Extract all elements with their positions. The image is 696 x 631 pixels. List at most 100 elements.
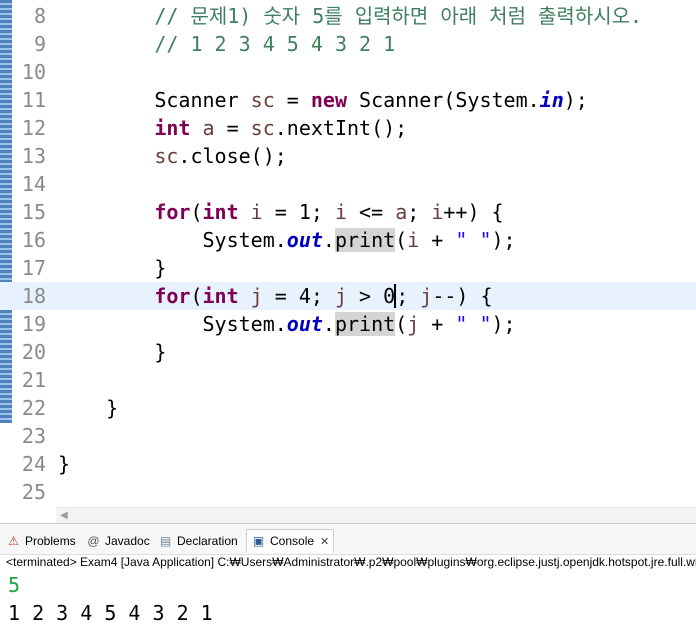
console-input-echo: 5 (8, 573, 21, 597)
code-token: > 0 (347, 284, 396, 308)
code-text: sc.close(); (58, 142, 287, 170)
code-token: ; (407, 200, 432, 224)
code-line[interactable]: 12 int a = sc.nextInt(); (0, 114, 696, 142)
code-line[interactable]: 17 } (0, 254, 696, 282)
code-token: int (202, 200, 239, 224)
code-token: = (274, 88, 311, 112)
code-token: <= (347, 200, 396, 224)
code-text: // 문제1) 숫자 5를 입력하면 아래 처럼 출력하시오. (58, 2, 642, 30)
line-number: 11 (21, 88, 46, 112)
javadoc-icon: @ (87, 533, 100, 548)
code-line[interactable]: 14 (0, 170, 696, 198)
line-number: 20 (21, 340, 46, 364)
line-number: 17 (21, 256, 46, 280)
code-token: for (154, 200, 191, 224)
code-text: } (58, 338, 166, 366)
tab-javadoc[interactable]: @ Javadoc (86, 530, 150, 552)
code-token: print (334, 228, 396, 252)
problems-icon: ⚠ (8, 533, 19, 548)
tab-problems[interactable]: ⚠ Problems (6, 530, 76, 552)
code-token: i (250, 200, 263, 224)
code-text: } (58, 254, 166, 282)
code-token: } (58, 396, 119, 420)
code-token: ); (563, 88, 588, 112)
horizontal-scrollbar[interactable]: ◀ (56, 507, 696, 524)
code-line[interactable]: 13 sc.close(); (0, 142, 696, 170)
code-token: ( (395, 312, 408, 336)
code-token: System. (58, 228, 287, 252)
code-text: for(int i = 1; i <= a; i++) { (58, 198, 504, 226)
code-token: sc (250, 88, 275, 112)
code-token: print (334, 312, 396, 336)
line-number: 23 (21, 424, 46, 448)
line-number: 24 (21, 452, 46, 476)
code-line[interactable]: 18 for(int j = 4; j > 0; j--) { (0, 282, 696, 310)
code-text: System.out.print(j + " "); (58, 310, 516, 338)
code-token: Scanner(System. (347, 88, 540, 112)
code-text: Scanner sc = new Scanner(System.in); (58, 86, 588, 114)
code-token: Scanner (58, 88, 251, 112)
code-line[interactable]: 21 (0, 366, 696, 394)
code-line[interactable]: 19 System.out.print(j + " "); (0, 310, 696, 338)
code-token: ; (394, 284, 409, 308)
view-tab-bar: ⚠ Problems @ Javadoc ▤ Declaration ▣ Con… (0, 524, 696, 555)
code-token: . (322, 312, 335, 336)
code-token: ); (491, 312, 516, 336)
code-token: i (431, 200, 444, 224)
code-text: } (58, 450, 70, 478)
code-token: int (202, 284, 239, 308)
code-token: for (154, 284, 191, 308)
code-line[interactable]: 15 for(int i = 1; i <= a; i++) { (0, 198, 696, 226)
code-token: .nextInt(); (274, 116, 408, 140)
code-token: sc (154, 144, 179, 168)
code-token: --) { (432, 284, 493, 308)
code-editor[interactable]: 8 // 문제1) 숫자 5를 입력하면 아래 처럼 출력하시오. 9 // 1 … (0, 0, 696, 507)
code-line[interactable]: 16 System.out.print(i + " "); (0, 226, 696, 254)
code-line[interactable]: 10 (0, 58, 696, 86)
tab-label: Javadoc (105, 534, 150, 548)
code-token: // 1 2 3 4 5 4 3 2 1 (154, 32, 396, 56)
code-token: ++) { (443, 200, 504, 224)
console-status: <terminated> Exam4 [Java Application] C:… (6, 555, 696, 569)
code-token: in (539, 88, 564, 112)
code-token: ( (395, 228, 408, 252)
code-token: ); (491, 228, 516, 252)
code-token: i (334, 200, 348, 224)
code-text: int a = sc.nextInt(); (58, 114, 407, 142)
code-token: } (58, 256, 167, 280)
code-line[interactable]: 23 (0, 422, 696, 450)
line-number: 10 (21, 60, 46, 84)
code-text: } (58, 394, 118, 422)
line-number: 19 (21, 312, 46, 336)
code-token: System. (58, 312, 287, 336)
code-line[interactable]: 8 // 문제1) 숫자 5를 입력하면 아래 처럼 출력하시오. (0, 2, 696, 30)
code-text: // 1 2 3 4 5 4 3 2 1 (58, 30, 395, 58)
code-line[interactable]: 20 } (0, 338, 696, 366)
code-token: . (322, 228, 335, 252)
tab-declaration[interactable]: ▤ Declaration (158, 530, 238, 552)
code-line[interactable]: 24} (0, 450, 696, 478)
scroll-left-icon[interactable]: ◀ (60, 510, 68, 521)
tab-console[interactable]: ▣ Console ✕ (246, 529, 335, 553)
code-token: ( (190, 200, 203, 224)
code-line[interactable]: 11 Scanner sc = new Scanner(System.in); (0, 86, 696, 114)
code-token: i (407, 228, 420, 252)
close-icon[interactable]: ✕ (320, 535, 329, 548)
code-token: j (250, 284, 263, 308)
code-token: } (58, 452, 71, 476)
code-line[interactable]: 25 (0, 478, 696, 506)
console-output[interactable]: 5 1 2 3 4 5 4 3 2 1 (8, 571, 213, 627)
code-line[interactable]: 22 } (0, 394, 696, 422)
code-token: int (154, 116, 191, 140)
code-token: = 4; (262, 284, 335, 308)
code-line[interactable]: 9 // 1 2 3 4 5 4 3 2 1 (0, 30, 696, 58)
code-token: } (58, 340, 167, 364)
console-stdout: 1 2 3 4 5 4 3 2 1 (8, 601, 213, 625)
code-token: a (202, 116, 215, 140)
code-token: .close(); (178, 144, 287, 168)
